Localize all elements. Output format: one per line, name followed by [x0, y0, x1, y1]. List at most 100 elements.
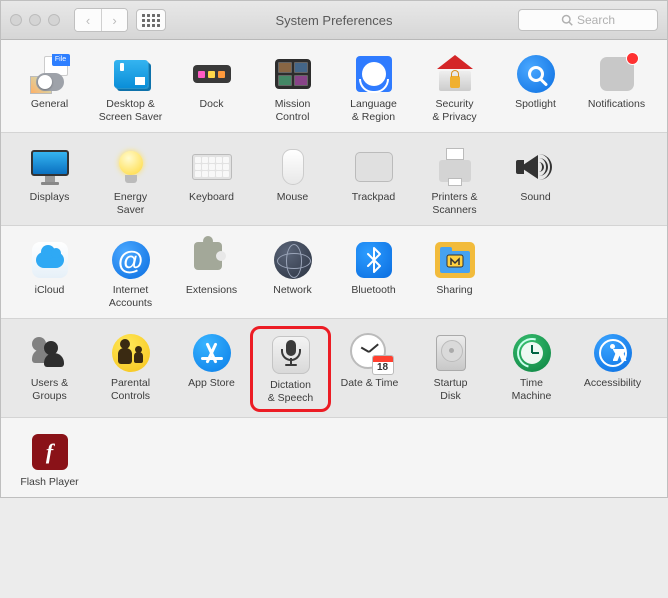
pref-label: Language & Region	[350, 98, 397, 124]
pref-label: Date & Time	[341, 377, 399, 390]
spotlight-icon	[516, 54, 556, 94]
keyboard-icon	[192, 147, 232, 187]
pref-parental[interactable]: Parental Controls	[90, 329, 171, 409]
language-region-icon	[354, 54, 394, 94]
pref-label: Mission Control	[275, 98, 311, 124]
pref-timemachine[interactable]: Time Machine	[491, 329, 572, 409]
nav-buttons: ‹ ›	[74, 8, 128, 32]
users-groups-icon	[30, 333, 70, 373]
pref-internet[interactable]: @ Internet Accounts	[90, 236, 171, 310]
pref-label: Users & Groups	[31, 377, 68, 403]
pref-dock[interactable]: Dock	[171, 50, 252, 124]
pref-energy[interactable]: Energy Saver	[90, 143, 171, 217]
sharing-icon	[435, 240, 475, 280]
pref-label: Dictation & Speech	[268, 379, 314, 405]
pref-label: Security & Privacy	[432, 98, 476, 124]
energy-saver-icon	[111, 147, 151, 187]
pref-startupdisk[interactable]: Startup Disk	[410, 329, 491, 409]
parental-controls-icon	[111, 333, 151, 373]
pref-label: Notifications	[588, 98, 645, 111]
pref-label: iCloud	[35, 284, 65, 297]
pref-spotlight[interactable]: Spotlight	[495, 50, 576, 124]
pref-label: Startup Disk	[434, 377, 468, 403]
mission-control-icon	[273, 54, 313, 94]
pref-datetime[interactable]: 18 Date & Time	[329, 329, 410, 409]
app-store-icon	[192, 333, 232, 373]
pref-dictation[interactable]: Dictation & Speech	[250, 326, 331, 412]
extensions-icon	[192, 240, 232, 280]
pref-flash[interactable]: f Flash Player	[9, 428, 90, 489]
startup-disk-icon	[431, 333, 471, 373]
pref-bluetooth[interactable]: Bluetooth	[333, 236, 414, 310]
bluetooth-icon	[354, 240, 394, 280]
pref-security[interactable]: Security & Privacy	[414, 50, 495, 124]
pref-label: Flash Player	[20, 476, 78, 489]
sound-icon	[516, 147, 556, 187]
pref-label: Accessibility	[584, 377, 641, 390]
pref-label: Mouse	[277, 191, 309, 204]
notifications-icon	[597, 54, 637, 94]
back-button[interactable]: ‹	[75, 9, 101, 31]
pref-extensions[interactable]: Extensions	[171, 236, 252, 310]
pref-appstore[interactable]: App Store	[171, 329, 252, 409]
time-machine-icon	[512, 333, 552, 373]
pref-label: Extensions	[186, 284, 237, 297]
pref-accessibility[interactable]: Accessibility	[572, 329, 653, 409]
security-privacy-icon	[435, 54, 475, 94]
search-field[interactable]: Search	[518, 9, 658, 31]
pref-label: Desktop & Screen Saver	[99, 98, 163, 124]
pref-label: Bluetooth	[351, 284, 395, 297]
general-icon: File	[30, 54, 70, 94]
pref-label: Time Machine	[512, 377, 552, 403]
pref-mission[interactable]: Mission Control	[252, 50, 333, 124]
pref-icloud[interactable]: iCloud	[9, 236, 90, 310]
pref-label: Displays	[30, 191, 70, 204]
close-button[interactable]	[10, 14, 22, 26]
pref-label: Sharing	[436, 284, 472, 297]
titlebar: ‹ › System Preferences Search	[1, 1, 667, 40]
show-all-button[interactable]	[136, 9, 166, 31]
date-time-icon: 18	[350, 333, 390, 373]
pref-language[interactable]: Language & Region	[333, 50, 414, 124]
printers-scanners-icon	[435, 147, 475, 187]
desktop-icon	[111, 54, 151, 94]
pref-label: Trackpad	[352, 191, 395, 204]
pref-notifications[interactable]: Notifications	[576, 50, 657, 124]
trackpad-icon	[354, 147, 394, 187]
pref-sharing[interactable]: Sharing	[414, 236, 495, 310]
notification-badge	[626, 52, 639, 65]
displays-icon	[30, 147, 70, 187]
internet-accounts-icon: @	[111, 240, 151, 280]
pref-row: f Flash Player	[1, 418, 667, 497]
pref-general[interactable]: FileGeneral	[9, 50, 90, 124]
accessibility-icon	[593, 333, 633, 373]
forward-button[interactable]: ›	[101, 9, 127, 31]
zoom-button[interactable]	[48, 14, 60, 26]
dock-icon	[192, 54, 232, 94]
mouse-icon	[273, 147, 313, 187]
pref-label: Keyboard	[189, 191, 234, 204]
pref-desktop[interactable]: Desktop & Screen Saver	[90, 50, 171, 124]
pref-label: Sound	[520, 191, 550, 204]
grid-icon	[142, 14, 160, 27]
icloud-icon	[30, 240, 70, 280]
network-icon	[273, 240, 313, 280]
pref-trackpad[interactable]: Trackpad	[333, 143, 414, 217]
pref-displays[interactable]: Displays	[9, 143, 90, 217]
pref-sound[interactable]: Sound	[495, 143, 576, 217]
pref-keyboard[interactable]: Keyboard	[171, 143, 252, 217]
pref-label: Internet Accounts	[109, 284, 152, 310]
pref-label: Parental Controls	[111, 377, 150, 403]
pref-label: Spotlight	[515, 98, 556, 111]
minimize-button[interactable]	[29, 14, 41, 26]
pref-users[interactable]: Users & Groups	[9, 329, 90, 409]
pref-label: Printers & Scanners	[431, 191, 477, 217]
traffic-lights	[10, 14, 60, 26]
pref-row: Displays Energy Saver Keyboard Mouse Trackpa…	[1, 133, 667, 226]
flash-player-icon: f	[30, 432, 70, 472]
system-preferences-window: ‹ › System Preferences Search FileGenera…	[0, 0, 668, 498]
pref-network[interactable]: Network	[252, 236, 333, 310]
pref-mouse[interactable]: Mouse	[252, 143, 333, 217]
pref-printers[interactable]: Printers & Scanners	[414, 143, 495, 217]
pref-label: Network	[273, 284, 312, 297]
